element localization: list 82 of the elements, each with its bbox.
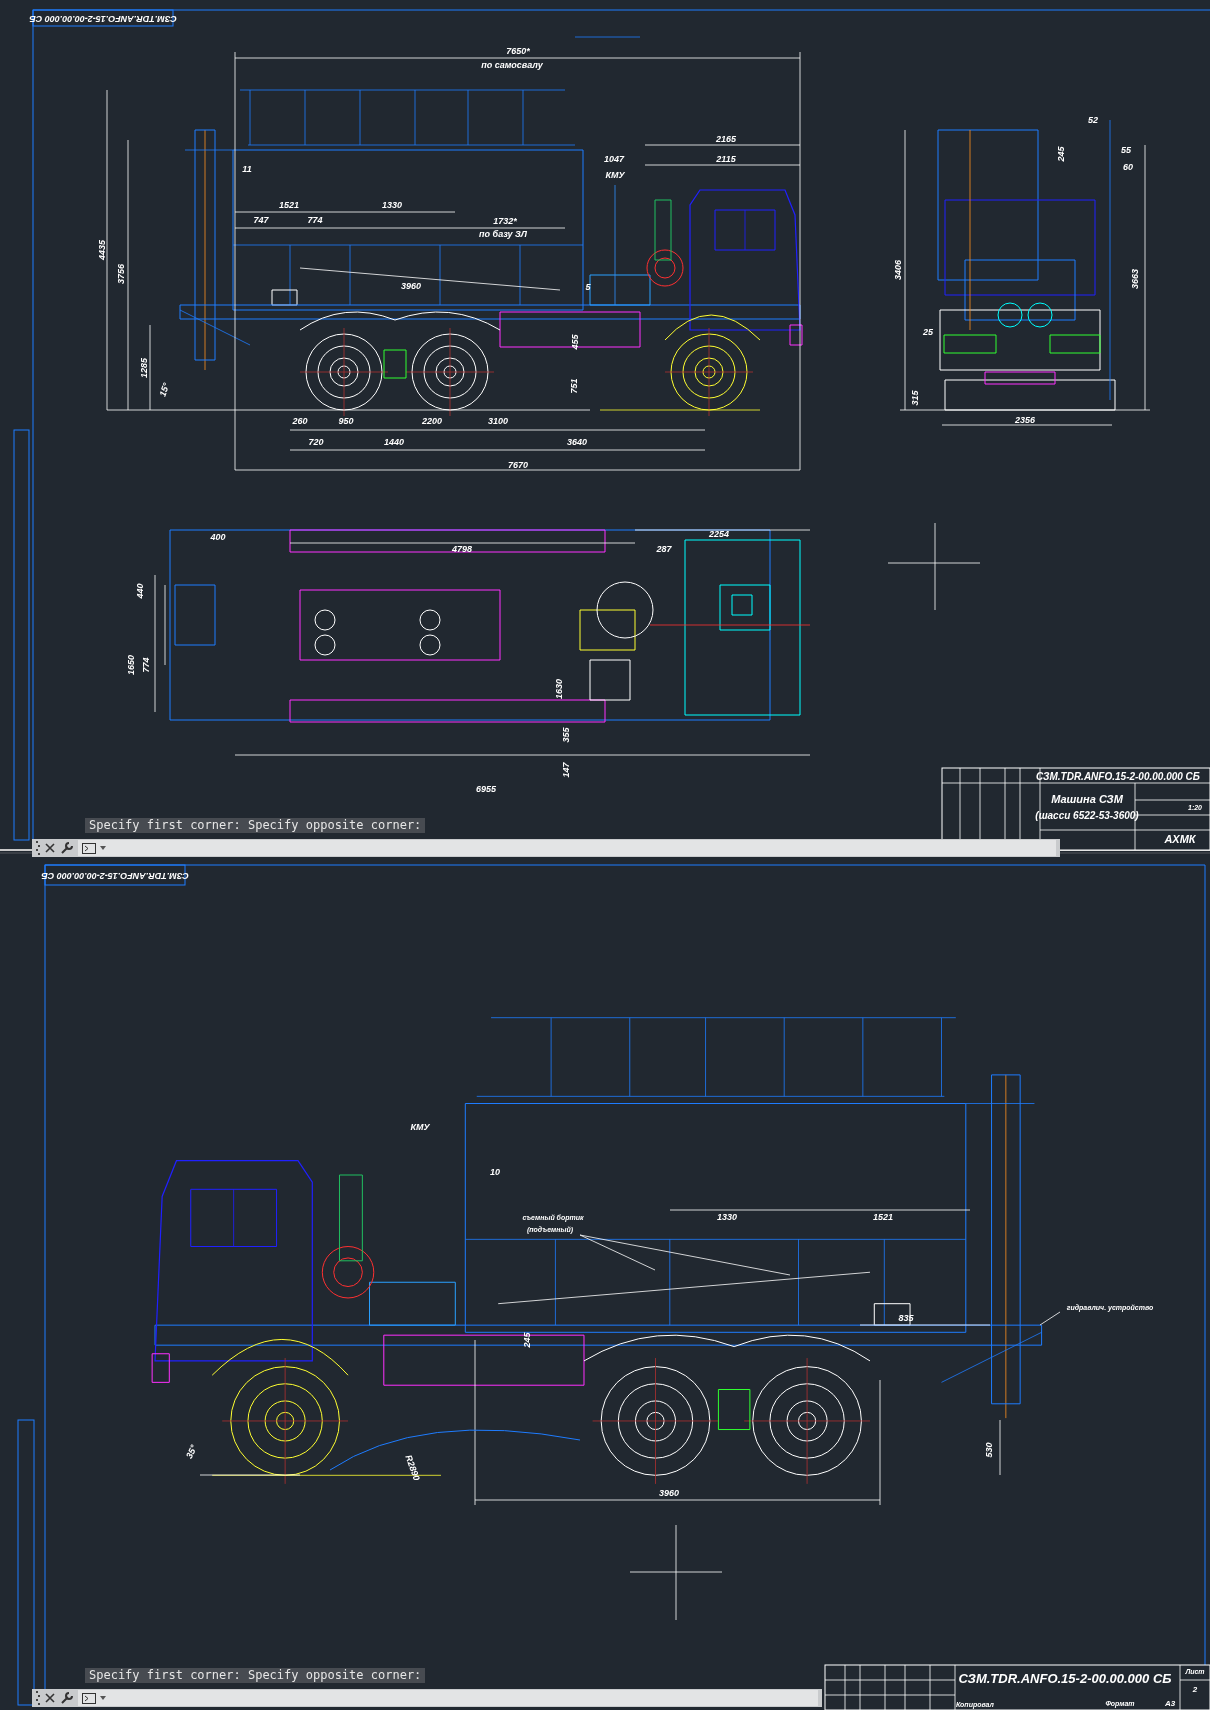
grip-handle-icon[interactable] [36, 841, 40, 855]
dimension-label: 720 [308, 437, 324, 448]
close-icon[interactable] [44, 1692, 56, 1704]
dimension-label: 3100 [488, 416, 508, 427]
dimension-label: 245 [1056, 146, 1067, 162]
command-history-text: Specify first corner: Specify opposite corner: [85, 818, 426, 833]
dimension-label: КМУ [410, 1122, 430, 1133]
dimension-label: 6955 [476, 784, 496, 795]
dimension-label: 3406 [893, 260, 904, 280]
caret-icon[interactable] [100, 846, 106, 850]
dimension-label: 4435 [97, 240, 108, 260]
dimension-label: 2254 [709, 529, 729, 540]
dimension-label: 751 [569, 378, 580, 394]
dimension-label: 10 [490, 1167, 500, 1178]
dimension-label: 1285 [139, 358, 150, 378]
dimension-label: КМУ [605, 170, 625, 181]
dimension-label: 400 [210, 532, 226, 543]
dimension-label: 2356 [1015, 415, 1035, 426]
dimension-label: 1732* [493, 216, 517, 227]
title-block-designation: СЗМ.TDR.ANFO.15-2-00.00.000 СБ [1036, 770, 1200, 782]
drawing-stamp-label: СЗМ.TDR.ANFO.15-2-00.00.000 СБ [41, 870, 189, 881]
command-input-field[interactable] [78, 840, 1056, 856]
title-block-format: А3 [1164, 1699, 1176, 1709]
dimension-label: 60 [1123, 162, 1133, 173]
dimension-label: 245 [522, 1332, 533, 1348]
dimension-label: 355 [561, 727, 572, 743]
dimension-label: 1650 [126, 655, 137, 675]
dimension-label: 5 [585, 282, 591, 293]
title-block-subtitle: (шасси 6522-53-3600) [1035, 809, 1139, 821]
title-block-designation: СЗМ.TDR.ANFO.15-2-00.00.000 СБ [958, 1671, 1172, 1687]
dimension-label: 747 [253, 215, 269, 226]
dimension-label: 530 [984, 1442, 995, 1458]
drawing-stamp-label: СЗМ.TDR.ANFO.15-2-00.00.000 СБ [29, 13, 177, 24]
dimension-label: 1521 [873, 1212, 893, 1223]
dimension-label: 440 [135, 583, 146, 599]
dimension-label: 3663 [1130, 269, 1141, 289]
wrench-icon[interactable] [60, 841, 74, 855]
dimension-label: 950 [338, 416, 354, 427]
title-block-sheet: 2 [1192, 1685, 1198, 1695]
title-block-name: Машина СЗМ [1051, 792, 1123, 805]
dimension-label: 52 [1088, 115, 1098, 126]
dimension-label: R2890 [403, 1453, 422, 1482]
caret-icon[interactable] [100, 1696, 106, 1700]
dimension-label: 35° [184, 1443, 199, 1460]
dimension-label: 3960 [401, 281, 421, 292]
dimension-label: 1330 [717, 1212, 737, 1223]
dimension-label: по базу ЗЛ [479, 229, 527, 240]
prompt-icon [82, 842, 96, 854]
dimension-label: 3640 [567, 437, 587, 448]
dimension-label: 287 [656, 544, 672, 555]
dimension-label: 455 [570, 334, 581, 350]
dimension-label: 3960 [659, 1488, 679, 1499]
dimension-label: 260 [292, 416, 308, 427]
grip-handle-icon[interactable] [36, 1691, 40, 1705]
command-input-field[interactable] [78, 1690, 818, 1706]
dimension-label: 15° [157, 381, 172, 398]
dimension-label: 7650* [506, 46, 530, 57]
dimension-label: по самосвалу [481, 60, 543, 71]
dimension-label: 1330 [382, 200, 402, 211]
dimension-label: 11 [242, 164, 252, 175]
dimension-label: 2200 [422, 416, 442, 427]
dimension-label: 3756 [116, 264, 127, 284]
close-icon[interactable] [44, 842, 56, 854]
dimension-label: 55 [1121, 145, 1131, 156]
dimension-label: 25 [923, 327, 933, 338]
dimension-label: 7670 [508, 460, 528, 471]
dimension-label: 2115 [716, 154, 736, 165]
dimension-label: 774 [141, 657, 152, 673]
dimension-label: 1521 [279, 200, 299, 211]
dimension-label: 1047 [604, 154, 624, 165]
command-history-text: Specify first corner: Specify opposite corner: [85, 1668, 426, 1683]
prompt-icon [82, 1692, 96, 1704]
dimension-label: 315 [910, 390, 921, 406]
dimension-label: 2165 [716, 134, 736, 145]
dimension-label: 1440 [384, 437, 404, 448]
dimension-label: 774 [307, 215, 323, 226]
title-block-company: АХМК [1164, 832, 1196, 845]
dimension-label: 147 [561, 762, 572, 778]
dimension-label: 835 [898, 1313, 914, 1324]
wrench-icon[interactable] [60, 1691, 74, 1705]
dimension-label: 1630 [554, 679, 565, 699]
dimension-label: 4798 [452, 544, 472, 555]
